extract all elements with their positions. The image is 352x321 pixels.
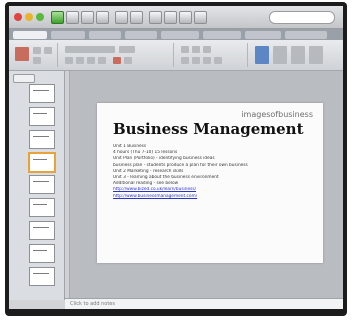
slide-thumbnail[interactable] (29, 267, 55, 286)
slide-thumbnail[interactable] (29, 130, 55, 149)
font-name-field[interactable] (65, 46, 115, 53)
thumbnail-content (33, 273, 49, 274)
save-icon[interactable] (81, 11, 94, 24)
zoom-window-button[interactable] (36, 13, 44, 21)
brand-tag: imagesofbusiness (241, 110, 313, 119)
align-center-button[interactable] (192, 57, 200, 64)
slide[interactable]: imagesofbusiness Business Management Uni… (97, 103, 323, 263)
numbering-button[interactable] (192, 46, 200, 53)
hyperlink[interactable]: http://www.businessmanagement.com/ (113, 194, 309, 200)
strikethrough-button[interactable] (98, 57, 106, 64)
slide-thumbnail[interactable] (29, 107, 55, 126)
indent-button[interactable] (203, 46, 211, 53)
ribbon-group-font (61, 43, 174, 67)
thumbnail-content (33, 204, 47, 205)
new-document-icon[interactable] (51, 11, 64, 24)
tab-charts[interactable] (125, 31, 157, 39)
bold-button[interactable] (65, 57, 73, 64)
font-color-button[interactable] (113, 57, 121, 64)
ribbon-group-format (251, 43, 341, 67)
ribbon-group-slides (11, 43, 58, 67)
shape-button[interactable] (255, 46, 269, 64)
notes-placeholder: Click to add notes (70, 301, 115, 307)
thumbnail-content (33, 113, 47, 114)
redo-icon[interactable] (130, 11, 143, 24)
media-icon[interactable] (194, 11, 207, 24)
picture-button[interactable] (273, 46, 287, 64)
justify-button[interactable] (214, 57, 222, 64)
font-size-field[interactable] (119, 46, 135, 53)
ribbon (9, 40, 343, 71)
slide-thumbnail[interactable] (29, 198, 55, 217)
title-bar (9, 6, 343, 29)
thumbnail-content (33, 227, 49, 228)
highlight-button[interactable] (124, 57, 132, 64)
vertical-ruler (65, 71, 70, 300)
thumbnail-content (33, 250, 47, 251)
slide-sorter-pane (9, 71, 65, 300)
undo-icon[interactable] (115, 11, 128, 24)
tab-smartart[interactable] (161, 31, 199, 39)
tab-animations[interactable] (245, 31, 281, 39)
align-left-button[interactable] (181, 57, 189, 64)
slide-body[interactable]: Unit 1 Business 4 hours (Thu 7-10) 15 le… (113, 144, 309, 200)
underline-button[interactable] (87, 57, 95, 64)
slide-thumbnail-selected[interactable] (28, 152, 56, 173)
thumbnail-content (33, 136, 49, 137)
minimize-window-button[interactable] (25, 13, 33, 21)
ribbon-tabs (9, 29, 343, 40)
tab-transitions[interactable] (203, 31, 241, 39)
arrange-button[interactable] (309, 46, 323, 64)
bullets-button[interactable] (181, 46, 189, 53)
close-window-button[interactable] (14, 13, 22, 21)
slide-thumbnail[interactable] (29, 84, 55, 103)
ribbon-group-paragraph (177, 43, 248, 67)
section-button[interactable] (33, 57, 41, 64)
slide-title[interactable]: Business Management (113, 120, 304, 138)
thumbnail-content (33, 181, 49, 182)
print-icon[interactable] (96, 11, 109, 24)
insert-icon[interactable] (149, 11, 162, 24)
tab-tables[interactable] (89, 31, 121, 39)
thumbnail-content (33, 159, 47, 160)
notes-pane[interactable]: Click to add notes (65, 298, 343, 309)
thumbnail-content (33, 90, 49, 91)
search-input[interactable] (269, 11, 335, 24)
tab-slide-show[interactable] (285, 31, 327, 39)
slide-thumbnail[interactable] (29, 221, 55, 240)
italic-button[interactable] (76, 57, 84, 64)
tab-themes[interactable] (51, 31, 85, 39)
text-box-button[interactable] (291, 46, 305, 64)
layout-button[interactable] (33, 47, 41, 54)
screenshot-frame: Click to add notes imagesofbusiness Busi… (0, 0, 352, 321)
reset-button[interactable] (44, 47, 52, 54)
view-toggle[interactable] (13, 74, 35, 83)
slide-thumbnail[interactable] (29, 175, 55, 194)
table-icon[interactable] (164, 11, 177, 24)
new-slide-button[interactable] (15, 47, 29, 61)
slide-thumbnail[interactable] (29, 244, 55, 263)
open-icon[interactable] (66, 11, 79, 24)
tab-home[interactable] (13, 31, 47, 39)
chart-icon[interactable] (179, 11, 192, 24)
align-right-button[interactable] (203, 57, 211, 64)
